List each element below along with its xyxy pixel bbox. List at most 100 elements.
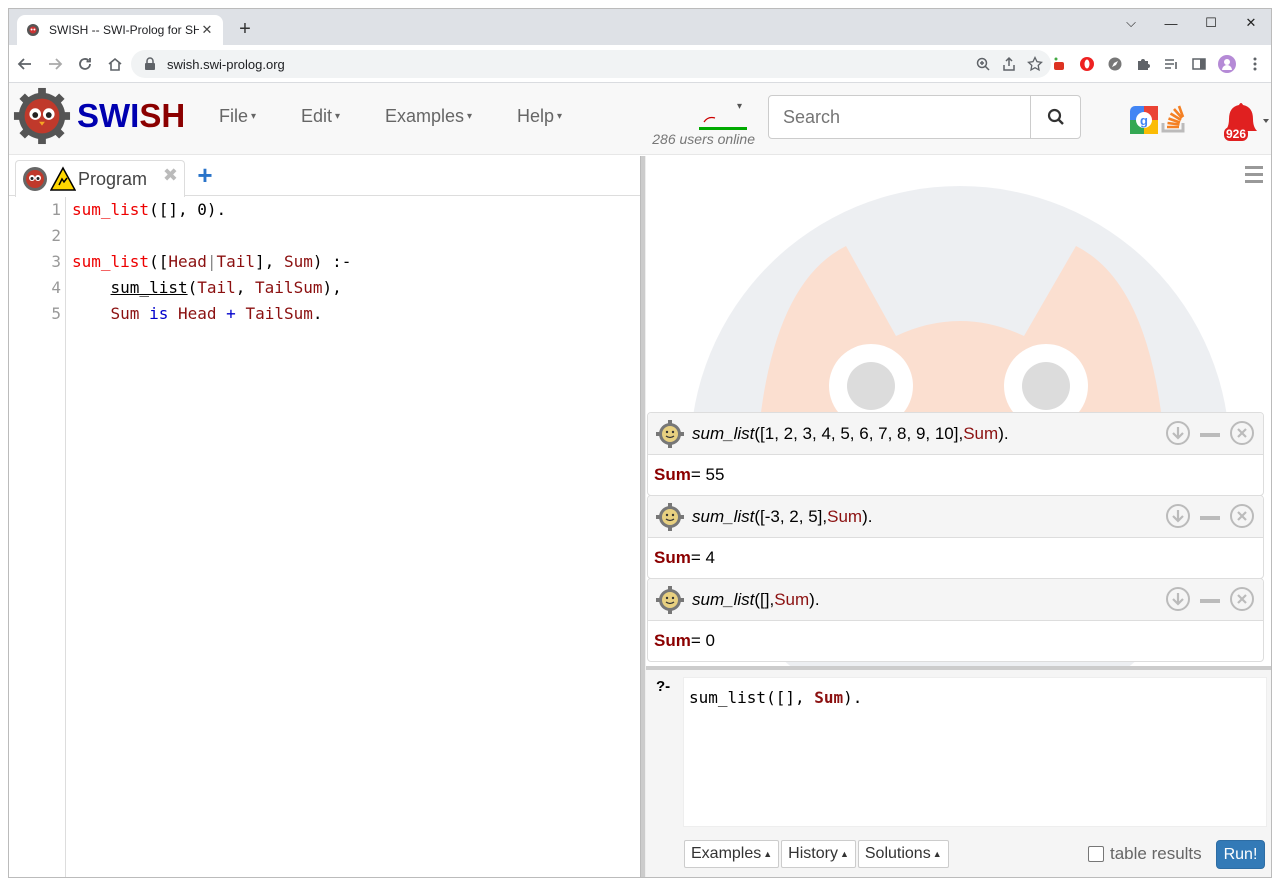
- answer-close: ).: [862, 506, 873, 526]
- address-bar[interactable]: swish.swi-prolog.org: [131, 50, 1051, 78]
- search-icon: [1047, 108, 1064, 125]
- query-close: ).: [843, 688, 863, 707]
- side-panel-icon[interactable]: [1189, 54, 1209, 74]
- query-editor[interactable]: sum_list([], Sum).: [683, 677, 1267, 827]
- swish-favicon-icon: [27, 24, 39, 36]
- examples-button[interactable]: Examples ▲: [684, 840, 780, 868]
- code-line-source: sum_list([Head|Tail], Sum) :-: [72, 252, 352, 271]
- answer-variable: Sum: [963, 423, 999, 443]
- caret-down-icon: ▾: [557, 111, 563, 122]
- code-editor[interactable]: 1 sum_list([], 0). 2 3 sum_list([Head|Tail…: [9, 197, 640, 327]
- close-circle-icon[interactable]: [1229, 420, 1255, 446]
- swish-brand-text: SWISH: [77, 97, 185, 135]
- add-tab-button[interactable]: +: [193, 162, 217, 188]
- swish-brand[interactable]: SWISH: [13, 87, 185, 145]
- users-online-widget[interactable]: ▾ 286 users online: [645, 91, 755, 147]
- minimize-icon[interactable]: [1199, 505, 1221, 527]
- reload-button[interactable]: [71, 50, 99, 78]
- activity-sparkline-icon: [703, 116, 716, 123]
- google-login-icon[interactable]: g: [1129, 105, 1159, 135]
- opera-extension-icon[interactable]: [1077, 54, 1097, 74]
- menu-edit-label: Edit: [301, 106, 333, 126]
- table-results-checkbox[interactable]: [1088, 846, 1104, 862]
- answer-panel: sum_list ([], Sum). Sum = 0: [647, 578, 1264, 662]
- code-line-source: Sum is Head + TailSum.: [110, 304, 323, 323]
- caret-up-icon: ▲: [932, 849, 942, 859]
- close-window-button[interactable]: ✕: [1231, 9, 1271, 37]
- home-button[interactable]: [101, 50, 129, 78]
- menu-edit[interactable]: Edit ▾: [301, 106, 340, 127]
- answer-predicate: sum_list: [692, 589, 755, 609]
- download-icon[interactable]: [1165, 586, 1191, 612]
- compass-extension-icon[interactable]: [1105, 54, 1125, 74]
- browser-tab[interactable]: SWISH -- SWI-Prolog for SHaring ✕: [17, 15, 223, 45]
- stackoverflow-login-icon[interactable]: [1159, 103, 1191, 135]
- answer-controls: [1165, 420, 1255, 446]
- result-value: = 0: [690, 631, 715, 650]
- menu-examples[interactable]: Examples ▾: [385, 106, 472, 127]
- answer-controls: [1165, 586, 1255, 612]
- browser-tab-title: SWISH -- SWI-Prolog for SHaring: [49, 23, 199, 37]
- download-icon[interactable]: [1165, 503, 1191, 529]
- zoom-icon[interactable]: [975, 56, 991, 72]
- back-arrow-icon: [17, 57, 31, 70]
- close-circle-icon[interactable]: [1229, 503, 1255, 529]
- share-icon[interactable]: [1001, 56, 1017, 72]
- hamburger-menu-icon[interactable]: [1245, 166, 1263, 187]
- caret-up-icon: ▲: [763, 849, 773, 859]
- reading-list-icon[interactable]: [1161, 54, 1181, 74]
- caret-down-icon: ▾: [467, 111, 473, 122]
- history-button-label: History: [788, 845, 838, 862]
- answer-result: Sum = 4: [648, 538, 1263, 578]
- menu-file[interactable]: File ▾: [219, 106, 256, 127]
- close-circle-icon[interactable]: [1229, 586, 1255, 612]
- download-icon[interactable]: [1165, 420, 1191, 446]
- search-input[interactable]: [768, 95, 1031, 139]
- result-value: = 4: [690, 548, 715, 567]
- minimize-button[interactable]: —: [1151, 9, 1191, 37]
- table-results-toggle[interactable]: table results: [1088, 844, 1202, 864]
- bookmark-star-icon[interactable]: [1027, 56, 1043, 72]
- code-line: 5 Sum is Head + TailSum.: [9, 301, 640, 327]
- brand-swi: SWI: [77, 97, 140, 134]
- results-pane: sum_list ([1, 2, 3, 4, 5, 6, 7, 8, 9, 10]…: [646, 156, 1271, 877]
- browser-window: SWISH -- SWI-Prolog for SHaring ✕ + ⌵ — …: [8, 8, 1272, 878]
- answer-controls: [1165, 503, 1255, 529]
- red-extension-icon[interactable]: [1049, 54, 1069, 74]
- run-button[interactable]: Run!: [1216, 840, 1265, 869]
- menu-help[interactable]: Help ▾: [517, 106, 562, 127]
- gear-smiley-icon: [656, 585, 684, 614]
- lock-icon: [145, 57, 155, 70]
- forward-button[interactable]: [41, 50, 69, 78]
- search-button[interactable]: [1030, 95, 1081, 139]
- answer-args: ([-3, 2, 5],: [754, 506, 828, 526]
- code-line-source: sum_list(Tail, TailSum),: [110, 278, 342, 297]
- swish-navbar: SWISH File ▾ Edit ▾ Examples ▾ Help ▾ ▾ 286 …: [9, 83, 1271, 155]
- back-button[interactable]: [11, 50, 39, 78]
- menu-examples-label: Examples: [385, 106, 465, 126]
- maximize-button[interactable]: ☐: [1191, 9, 1231, 37]
- extensions-puzzle-icon[interactable]: [1133, 54, 1153, 74]
- history-button[interactable]: History ▲: [781, 840, 856, 868]
- solutions-button[interactable]: Solutions ▲: [857, 840, 949, 868]
- solutions-button-label: Solutions: [864, 845, 931, 862]
- query-buttons: Examples ▲ History ▲ Solutions ▲: [684, 840, 949, 868]
- query-variable: Sum: [814, 688, 844, 707]
- tab-program[interactable]: Program ✖: [15, 160, 185, 197]
- users-dropdown-caret-icon[interactable]: ▾: [737, 101, 742, 112]
- browser-tab-close-icon[interactable]: ✕: [199, 22, 215, 38]
- caret-up-icon: ▲: [839, 849, 849, 859]
- new-tab-button[interactable]: +: [233, 17, 257, 41]
- reload-icon: [79, 57, 91, 70]
- browser-menu-icon[interactable]: [1245, 54, 1265, 74]
- gear-smiley-icon: [656, 419, 684, 448]
- minimize-icon[interactable]: [1199, 422, 1221, 444]
- minimize-icon[interactable]: [1199, 588, 1221, 610]
- tab-search-button[interactable]: ⌵: [1111, 9, 1151, 37]
- answer-close: ).: [809, 589, 820, 609]
- answer-predicate: sum_list: [692, 506, 755, 526]
- caret-down-icon: ▾: [251, 111, 257, 122]
- profile-avatar[interactable]: [1217, 54, 1237, 74]
- close-tab-icon[interactable]: ✖: [163, 165, 178, 186]
- line-number: 5: [51, 304, 61, 323]
